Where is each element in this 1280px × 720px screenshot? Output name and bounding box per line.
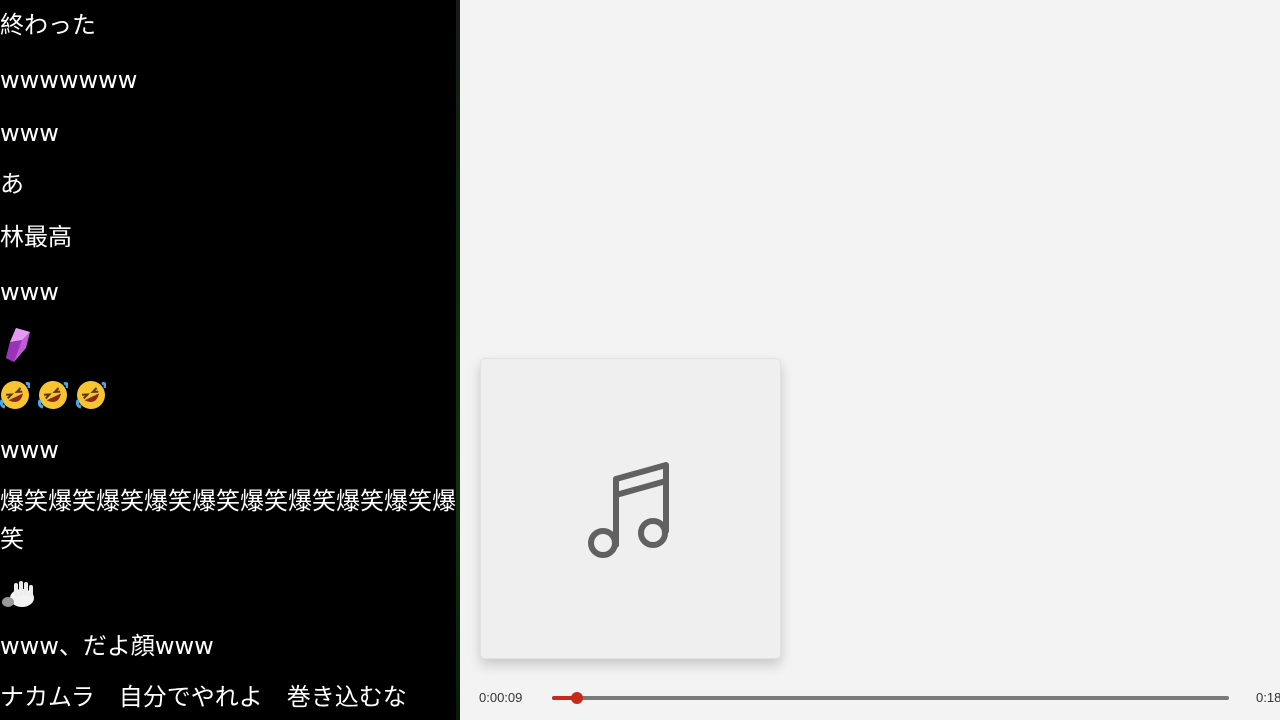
music-note-icon xyxy=(587,461,669,558)
purple-crystal-icon xyxy=(6,328,30,362)
rolling-on-floor-laughing-icon xyxy=(38,381,68,409)
total-time: 0:18 xyxy=(1256,690,1280,705)
chat-message: wwwwwww xyxy=(0,66,138,94)
chat-message: 終わった xyxy=(0,11,96,39)
waving-hand-icon xyxy=(2,581,34,607)
chat-message-emoji xyxy=(0,380,106,410)
chat-message: www、だよ顔www xyxy=(0,632,214,660)
album-art xyxy=(480,358,781,659)
chat-message-emoji xyxy=(0,328,34,372)
seek-bar-area: 0:00:09 0:18 xyxy=(460,680,1280,720)
seek-thumb[interactable] xyxy=(571,692,584,704)
chat-message: www xyxy=(0,436,59,464)
current-time: 0:00:09 xyxy=(479,690,523,705)
chat-message-emoji xyxy=(0,580,38,618)
chat-message: あ xyxy=(0,170,24,198)
rolling-on-floor-laughing-icon xyxy=(76,381,106,409)
chat-overlay: 終わった wwwwwww www あ 林最高 www www 爆笑爆笑爆笑爆笑爆… xyxy=(0,0,456,720)
rolling-on-floor-laughing-icon xyxy=(0,381,30,409)
chat-message: 爆笑爆笑爆笑爆笑爆笑爆笑爆笑爆笑爆笑爆笑 xyxy=(0,487,456,553)
chat-message: www xyxy=(0,278,59,306)
seek-slider[interactable] xyxy=(552,692,1229,704)
seek-remaining xyxy=(579,696,1229,700)
chat-message: 林最高 xyxy=(0,223,72,251)
media-player: 0:00:09 0:18 xyxy=(460,0,1280,720)
chat-message: www xyxy=(0,119,59,147)
chat-message: ナカムラ 自分でやれよ 巻き込むな xyxy=(0,683,407,711)
